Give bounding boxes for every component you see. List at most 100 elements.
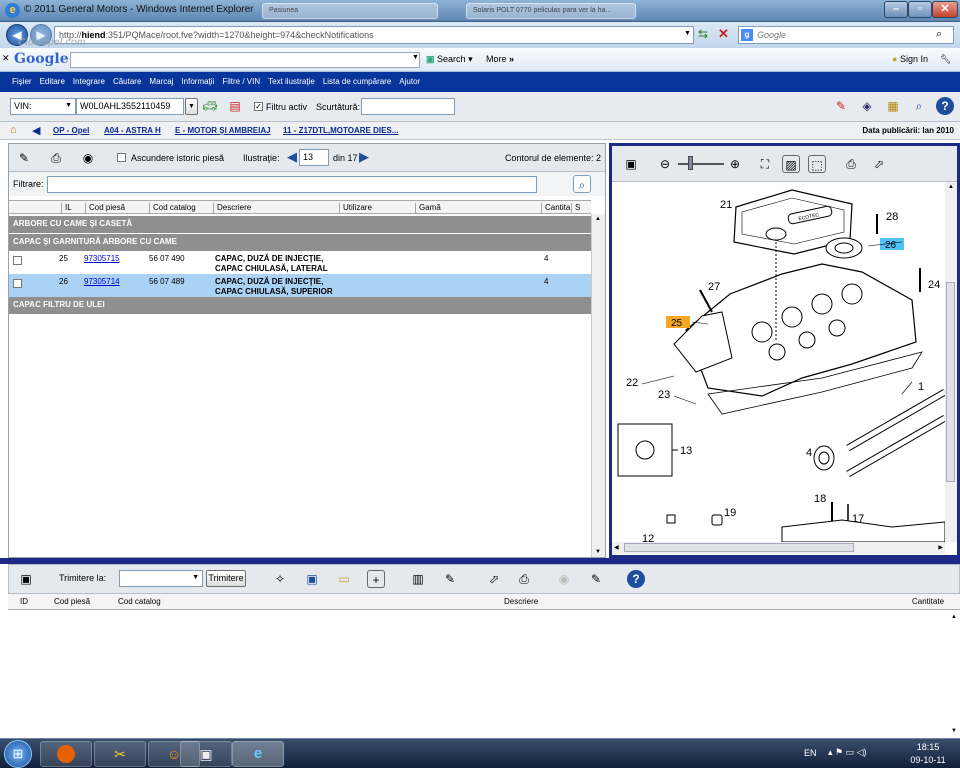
label-19[interactable]: 19 xyxy=(724,507,736,519)
vin-input[interactable]: W0L0AHL3552110459 xyxy=(76,98,184,115)
engine-illustration[interactable]: ECOTEC 21 28 26 27 24 25 22 23 1 13 4 18… xyxy=(612,182,945,542)
ie-search-input[interactable]: Google xyxy=(738,26,954,44)
zoom-slider[interactable] xyxy=(678,163,724,165)
label-12[interactable]: 12 xyxy=(642,533,654,542)
table-row[interactable]: 25 97305715 56 07 490 CAPAC, DUZĂ DE INJ… xyxy=(9,251,591,275)
maximize-button[interactable]: ▫ xyxy=(908,1,932,18)
home-icon[interactable]: ⌂ xyxy=(10,124,17,136)
print-icon[interactable]: ⎙ xyxy=(842,155,860,173)
scroll-down-icon[interactable]: ▼ xyxy=(951,728,957,734)
row-checkbox[interactable] xyxy=(13,279,22,288)
help-icon[interactable]: ? xyxy=(627,570,645,588)
edit-icon[interactable]: ✎ xyxy=(587,570,605,588)
next-illustration-icon[interactable]: ▶ xyxy=(359,149,369,165)
search-icon[interactable]: ⌕ xyxy=(910,97,928,115)
clock-time[interactable]: 18:15 xyxy=(908,742,948,752)
label-23[interactable]: 23 xyxy=(658,389,670,401)
filter-active-checkbox[interactable]: ✓ xyxy=(254,102,263,111)
select-icon[interactable]: ⬚ xyxy=(808,155,826,173)
document-icon[interactable]: ▤ xyxy=(226,97,244,115)
breadcrumb-group[interactable]: E - MOTOR ŞI AMBREIAJ xyxy=(175,126,271,135)
url-field[interactable]: http://hiend:351/PQMace/root.fve?width=1… xyxy=(54,26,694,44)
breadcrumb-brand[interactable]: OP - Opel xyxy=(53,126,89,135)
scroll-up-icon[interactable]: ▲ xyxy=(951,614,957,620)
zoom-area-icon[interactable]: ▨ xyxy=(782,155,800,173)
more-button[interactable]: More » xyxy=(486,54,514,64)
vin-type-select[interactable]: VIN: ▼ xyxy=(10,98,76,115)
scroll-left-icon[interactable]: ◀ xyxy=(614,544,619,551)
tray-icons[interactable]: ▴ ⚑ ▭ ◁) xyxy=(828,747,867,758)
illustration-vscroll[interactable]: ▲ xyxy=(945,182,957,542)
zoom-slider-thumb[interactable] xyxy=(688,156,693,170)
window-taskbar-button[interactable]: ▣ xyxy=(180,741,232,767)
firefox-taskbar-button[interactable] xyxy=(40,741,92,767)
label-4[interactable]: 4 xyxy=(806,447,812,459)
start-button[interactable]: ⊞ xyxy=(4,740,32,768)
menu-file[interactable]: Fişier xyxy=(8,72,36,92)
close-toolbar-icon[interactable]: ✕ xyxy=(2,53,10,64)
label-21[interactable]: 21 xyxy=(720,199,732,211)
menu-filters-vin[interactable]: Filtre / VIN xyxy=(218,72,264,92)
menu-bookmark[interactable]: Marcaj xyxy=(145,72,177,92)
dropdown-arrow-icon[interactable]: ▼ xyxy=(412,54,419,61)
export-icon[interactable]: ⬀ xyxy=(485,570,503,588)
label-13[interactable]: 13 xyxy=(680,445,692,457)
col-il[interactable]: IL xyxy=(61,203,72,214)
col-id[interactable]: ID xyxy=(20,597,28,606)
row-checkbox[interactable] xyxy=(13,256,22,265)
menu-illustration-text[interactable]: Text ilustraţie xyxy=(264,72,319,92)
notes-icon[interactable]: ✎ xyxy=(832,97,850,115)
prev-illustration-icon[interactable]: ◀ xyxy=(287,149,297,165)
hide-history-checkbox[interactable] xyxy=(117,153,126,162)
menu-help[interactable]: Ajutor xyxy=(395,72,424,92)
close-button[interactable]: ✕ xyxy=(932,1,958,18)
shortcut-input[interactable] xyxy=(361,98,455,115)
filter-search-icon[interactable]: ⌕ xyxy=(573,175,591,193)
back-arrow-icon[interactable]: ◀ xyxy=(32,124,40,137)
col-s[interactable]: S xyxy=(571,203,580,214)
zoom-in-icon[interactable]: ⊕ xyxy=(726,155,744,173)
language-indicator[interactable]: EN xyxy=(804,748,817,758)
label-1[interactable]: 1 xyxy=(918,381,924,393)
label-17[interactable]: 17 xyxy=(852,513,864,525)
zoom-out-icon[interactable]: ⊖ xyxy=(656,155,674,173)
clock-date[interactable]: 09-10-11 xyxy=(904,755,952,765)
shopping-list[interactable]: ▲ ▼ xyxy=(8,610,960,738)
google-search-button[interactable]: ▣ Search ▾ xyxy=(426,54,473,65)
print-icon[interactable]: ⎙ xyxy=(47,149,65,167)
search-icon[interactable]: ⌕ xyxy=(936,28,942,41)
signin-button[interactable]: ● Sign In xyxy=(892,54,928,64)
stop-icon[interactable]: ✕ xyxy=(718,26,729,42)
send-button[interactable]: Trimitere xyxy=(206,570,246,587)
part-code-link[interactable]: 97305715 xyxy=(84,254,120,263)
refresh-icon[interactable]: ⇆ xyxy=(698,27,708,41)
menu-integrate[interactable]: Integrare xyxy=(69,72,109,92)
label-27[interactable]: 27 xyxy=(708,281,720,293)
minimize-button[interactable]: – xyxy=(884,1,908,18)
add-icon[interactable]: + xyxy=(367,570,385,588)
label-26[interactable]: 26 xyxy=(885,240,897,251)
google-search-input[interactable] xyxy=(70,52,420,68)
ie-taskbar-button[interactable]: e xyxy=(232,741,284,767)
col-catalog-code[interactable]: Cod catalog xyxy=(118,597,161,606)
scroll-up-icon[interactable]: ▲ xyxy=(948,184,954,190)
part-code-link[interactable]: 97305714 xyxy=(84,277,120,286)
col-usage[interactable]: Utilizare xyxy=(339,203,372,214)
illustration-page-input[interactable]: 13 xyxy=(299,149,329,166)
label-22[interactable]: 22 xyxy=(626,377,638,389)
fit-icon[interactable]: ⛶ xyxy=(756,155,774,173)
save-icon[interactable]: ▣ xyxy=(303,570,321,588)
new-icon[interactable]: ✧ xyxy=(271,570,289,588)
scroll-up-icon[interactable]: ▲ xyxy=(595,216,601,222)
open-folder-icon[interactable]: ▭ xyxy=(335,570,353,588)
menu-edit[interactable]: Editare xyxy=(36,72,69,92)
menu-search[interactable]: Căutare xyxy=(109,72,145,92)
table-row-selected[interactable]: 26 97305714 56 07 489 CAPAC, DUZĂ DE INJ… xyxy=(9,274,591,298)
illustration-hscroll[interactable]: ◀ ▶ xyxy=(612,542,945,554)
send-to-select[interactable]: ▼ xyxy=(119,570,203,587)
delete-icon[interactable]: ▥ xyxy=(409,570,427,588)
label-18[interactable]: 18 xyxy=(814,493,826,505)
app-taskbar-button[interactable]: ✂ xyxy=(94,741,146,767)
print-icon[interactable]: ⎙ xyxy=(515,570,533,588)
col-quantity[interactable]: Cantita xyxy=(541,203,570,214)
